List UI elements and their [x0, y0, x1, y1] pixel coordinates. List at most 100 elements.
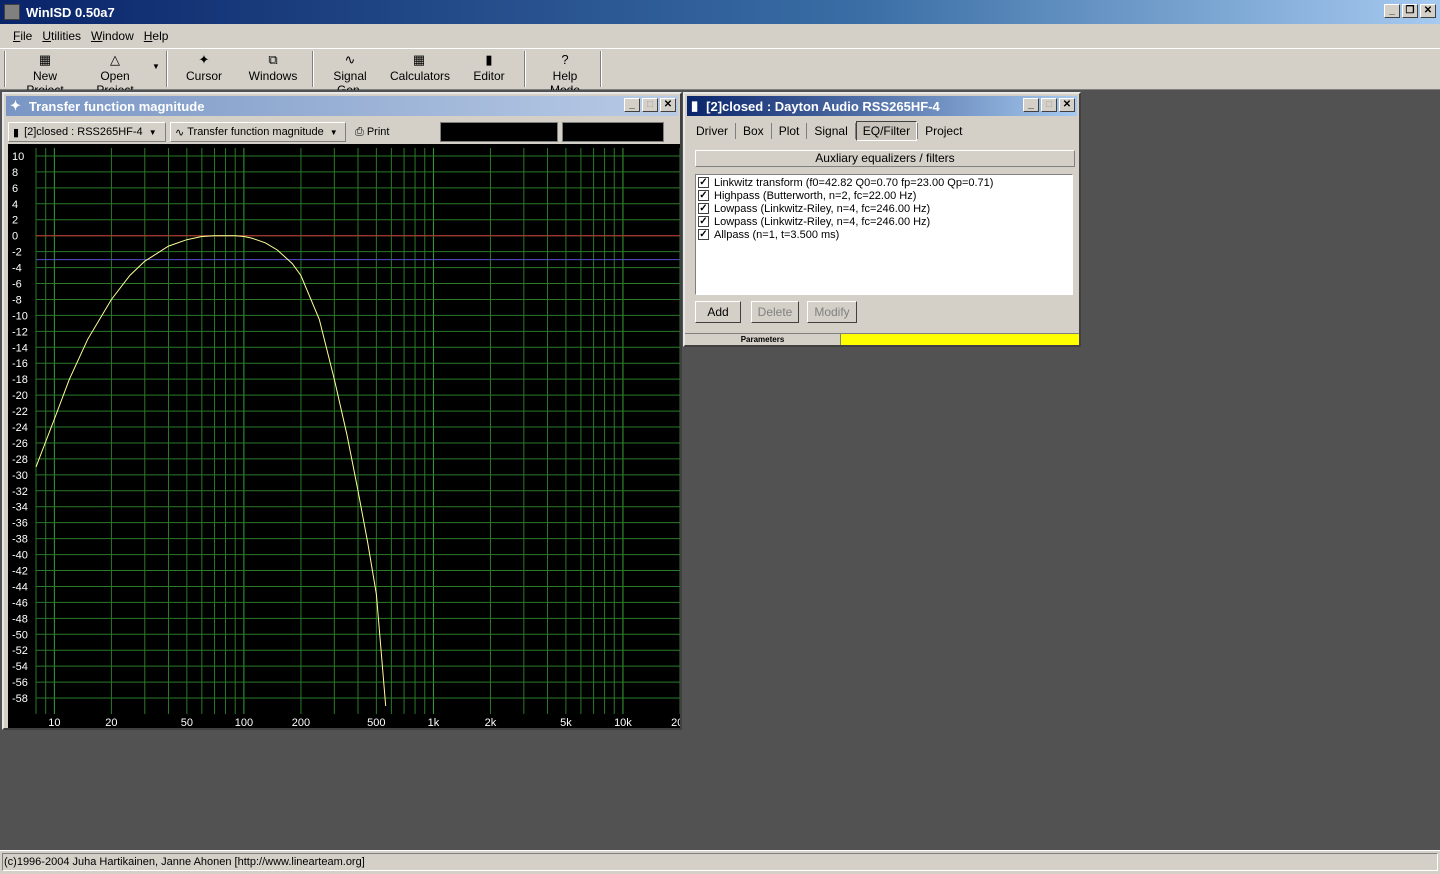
- help-mode-button[interactable]: ? Help Mode: [536, 49, 594, 97]
- project-select[interactable]: ▮ [2]closed : RSS265HF-4 ▼: [8, 122, 166, 142]
- y-tick-label: -16: [12, 358, 28, 370]
- y-tick-label: -18: [12, 374, 28, 386]
- plot-window-caption[interactable]: ✦ Transfer function magnitude _ □ ✕: [6, 96, 678, 116]
- filter-checkbox[interactable]: ✓: [698, 190, 709, 201]
- y-tick-label: -40: [12, 550, 28, 562]
- filter-checkbox[interactable]: ✓: [698, 216, 709, 227]
- y-tick-label: 6: [12, 183, 18, 195]
- chevron-down-icon: ▼: [329, 127, 338, 137]
- open-project-dropdown[interactable]: ▼: [150, 49, 162, 89]
- cursor-button[interactable]: ✦ Cursor: [178, 49, 230, 89]
- signal-gen-icon: ∿: [344, 52, 356, 67]
- y-tick-label: -56: [12, 677, 28, 689]
- y-tick-label: -12: [12, 326, 28, 338]
- delete-button[interactable]: Delete: [751, 301, 799, 323]
- new-project-button[interactable]: ▦ New Project: [14, 49, 76, 97]
- plot-type-select[interactable]: ∿ Transfer function magnitude ▼: [170, 122, 346, 142]
- tab-plot[interactable]: Plot: [772, 121, 807, 141]
- cursor-readout-x: [440, 122, 558, 142]
- menu-help[interactable]: Help: [139, 29, 174, 43]
- plot-area[interactable]: 10 8 6 4 2 0 -2 -4 -6 -8 -10 -12 -14 -16 -18 -20 -22 -24-…: [8, 144, 680, 728]
- parameters-bar: Parameters: [685, 333, 1079, 345]
- help-mode-icon: ?: [561, 52, 569, 67]
- filter-list[interactable]: ✓ Linkwitz transform (f0=42.82 Q0=0.70 fp…: [695, 174, 1073, 295]
- y-tick-label: -2: [12, 247, 22, 259]
- y-tick-label: -52: [12, 645, 28, 657]
- y-tick-label: -20: [12, 390, 28, 402]
- list-item[interactable]: ✓ Lowpass (Linkwitz-Riley, n=4, fc=246.00…: [698, 202, 1070, 215]
- y-tick-label: -38: [12, 534, 28, 546]
- x-tick-label: 20: [105, 717, 117, 728]
- y-tick-label: -32: [12, 486, 28, 498]
- y-tick-label: 8: [12, 167, 18, 179]
- project-tabs: Driver Box Plot Signal EQ/Filter Project: [689, 121, 969, 141]
- cursor-icon: ✦: [198, 52, 210, 67]
- calculators-button[interactable]: ▦ Calculators: [390, 49, 450, 89]
- tab-project[interactable]: Project: [918, 121, 969, 141]
- close-button[interactable]: ✕: [1420, 4, 1436, 18]
- project-icon: ▮: [13, 126, 20, 139]
- y-tick-label: -30: [12, 470, 28, 482]
- tab-driver[interactable]: Driver: [689, 121, 735, 141]
- y-tick-label: -14: [12, 342, 28, 354]
- filter-checkbox[interactable]: ✓: [698, 177, 709, 188]
- windows-button[interactable]: ⧉ Windows: [246, 49, 300, 89]
- y-tick-label: 2: [12, 215, 18, 227]
- menu-window[interactable]: Window: [86, 29, 139, 43]
- y-tick-label: -34: [12, 502, 28, 514]
- app-title-bar: WinISD 0.50a7 _ ❐ ✕: [0, 0, 1440, 24]
- x-tick-label: 5k: [560, 717, 572, 728]
- filters-section-header: Auxliary equalizers / filters: [695, 150, 1075, 167]
- project-window-caption[interactable]: ▮ [2]closed : Dayton Audio RSS265HF-4 _ …: [687, 96, 1077, 116]
- menu-utilities[interactable]: Utilities: [37, 29, 86, 43]
- filter-checkbox[interactable]: ✓: [698, 229, 709, 240]
- print-button[interactable]: ⎙ Print: [350, 122, 436, 142]
- tab-signal[interactable]: Signal: [807, 121, 854, 141]
- x-tick-label: 10: [48, 717, 60, 728]
- menu-bar: File Utilities Window Help: [0, 24, 1440, 49]
- signal-gen-button[interactable]: ∿ Signal Gen.: [320, 49, 380, 97]
- status-text: (c)1996-2004 Juha Hartikainen, Janne Aho…: [2, 853, 1438, 871]
- response-curve: [35, 235, 387, 707]
- x-tick-label: 500: [367, 717, 385, 728]
- plot-maximize-button[interactable]: □: [642, 98, 658, 112]
- windows-icon: ⧉: [268, 52, 278, 67]
- tab-box[interactable]: Box: [736, 121, 771, 141]
- transfer-function-icon: ∿: [175, 126, 185, 139]
- y-tick-label: -42: [12, 566, 28, 578]
- project-minimize-button[interactable]: _: [1023, 98, 1039, 112]
- y-tick-label: -36: [12, 518, 28, 530]
- list-item[interactable]: ✓ Linkwitz transform (f0=42.82 Q0=0.70 fp…: [698, 176, 1070, 189]
- menu-file[interactable]: File: [8, 29, 37, 43]
- project-window-title: [2]closed : Dayton Audio RSS265HF-4: [706, 98, 940, 114]
- y-tick-label: -6: [12, 279, 22, 291]
- main-toolbar: ▦ New Project △ Open Project ▼ ✦ Cursor …: [0, 49, 1440, 97]
- x-tick-label: 50: [181, 717, 193, 728]
- open-project-icon: △: [110, 52, 120, 67]
- open-project-button[interactable]: △ Open Project: [82, 49, 148, 97]
- app-title: WinISD 0.50a7: [26, 4, 115, 20]
- parameters-label: Parameters: [685, 334, 841, 345]
- cursor-readout-y: [562, 122, 664, 142]
- x-tick-label: 20k: [671, 717, 680, 728]
- add-button[interactable]: Add: [695, 301, 741, 323]
- list-item[interactable]: ✓ Allpass (n=1, t=3.500 ms): [698, 228, 1070, 241]
- tab-eq-filter[interactable]: EQ/Filter: [855, 121, 918, 141]
- list-item[interactable]: ✓ Highpass (Butterworth, n=2, fc=22.00 Hz…: [698, 189, 1070, 202]
- x-tick-label: 10k: [614, 717, 632, 728]
- transfer-function-chart: 1086420-2-4-6-8-10-12-14-16-18-20-22-24-…: [12, 148, 680, 728]
- calculators-icon: ▦: [412, 52, 426, 67]
- project-window-icon: ▮: [691, 98, 699, 113]
- project-close-button[interactable]: ✕: [1059, 98, 1075, 112]
- list-item[interactable]: ✓ Lowpass (Linkwitz-Riley, n=4, fc=246.00…: [698, 215, 1070, 228]
- plot-close-button[interactable]: ✕: [660, 98, 676, 112]
- plot-minimize-button[interactable]: _: [624, 98, 640, 112]
- minimize-button[interactable]: _: [1384, 4, 1400, 18]
- y-tick-label: -26: [12, 438, 28, 450]
- modify-button[interactable]: Modify: [807, 301, 857, 323]
- restore-button[interactable]: ❐: [1402, 4, 1418, 18]
- filter-checkbox[interactable]: ✓: [698, 203, 709, 214]
- editor-button[interactable]: ▮ Editor: [468, 49, 510, 89]
- project-maximize-button[interactable]: □: [1041, 98, 1057, 112]
- y-tick-label: 0: [12, 231, 18, 243]
